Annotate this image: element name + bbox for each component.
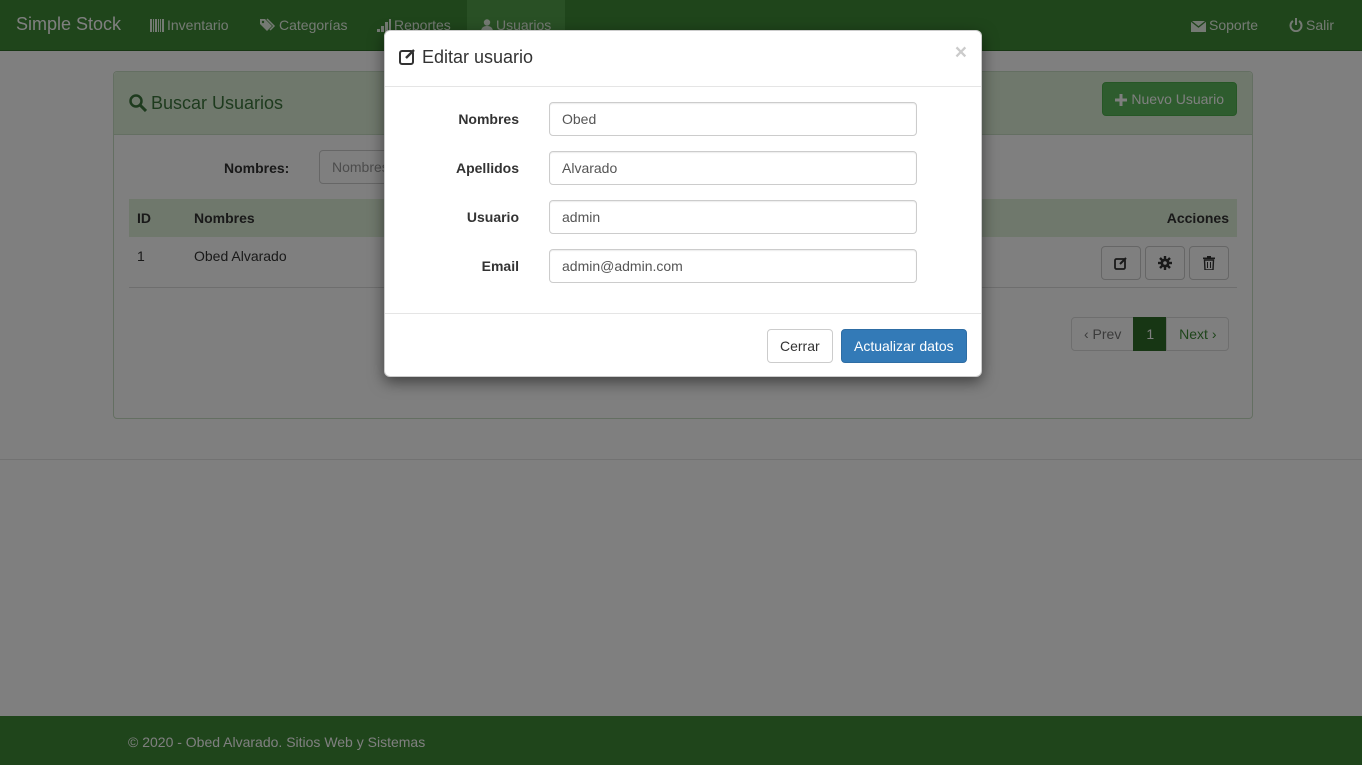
cancel-button[interactable]: Cerrar	[767, 329, 833, 363]
nombres-field[interactable]: Obed	[549, 102, 917, 136]
modal-close-button[interactable]: ×	[955, 42, 967, 63]
usuario-field[interactable]: admin	[549, 200, 917, 234]
modal-title: Editar usuario	[399, 47, 533, 68]
edit-user-modal: Editar usuario × Nombres Obed Apellidos …	[384, 30, 982, 377]
update-data-button[interactable]: Actualizar datos	[841, 329, 967, 363]
modal-title-text: Editar usuario	[422, 47, 534, 67]
modal-footer: Cerrar Actualizar datos	[385, 313, 981, 377]
apellidos-label: Apellidos	[455, 160, 519, 176]
usuario-label: Usuario	[466, 209, 519, 225]
modal-header: Editar usuario ×	[385, 31, 981, 87]
edit-icon	[399, 49, 415, 65]
nombres-label: Nombres	[458, 111, 519, 127]
email-field[interactable]: admin@admin.com	[549, 249, 917, 283]
email-label: Email	[481, 258, 519, 274]
apellidos-field[interactable]: Alvarado	[549, 151, 917, 185]
